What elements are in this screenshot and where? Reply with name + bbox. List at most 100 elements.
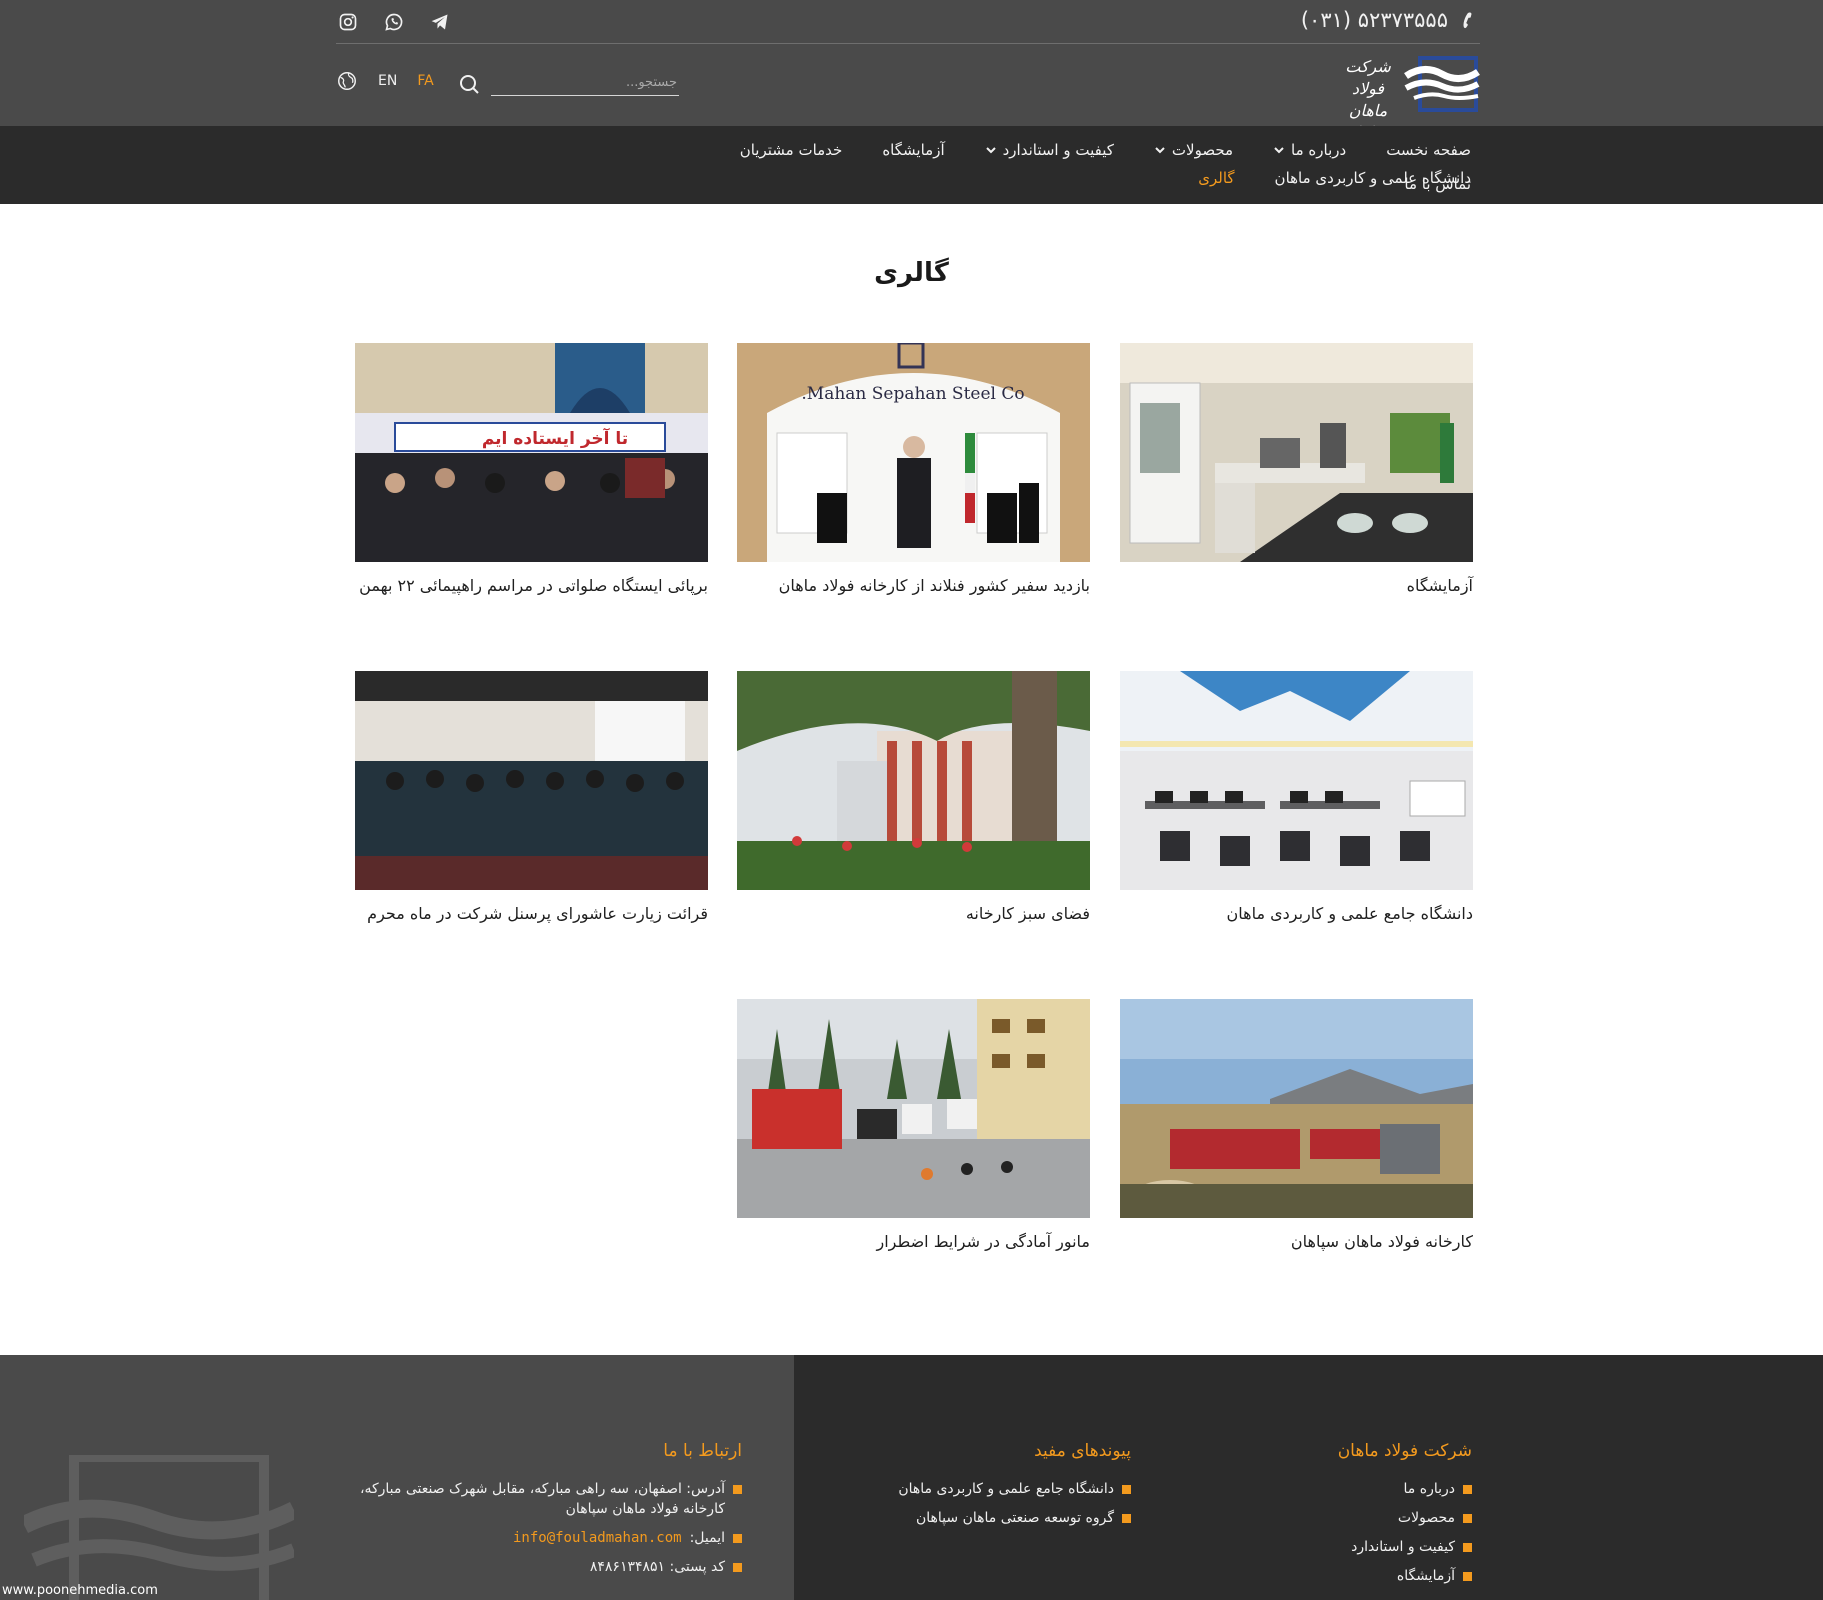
company-logo[interactable]: شرکت فولاد ماهان سپاهان bbox=[1334, 52, 1480, 142]
gallery-image-factory bbox=[1120, 999, 1473, 1218]
gallery-card-factory[interactable]: کارخانه فولاد ماهان سپاهان bbox=[1120, 999, 1473, 1251]
bullet-icon bbox=[1122, 1485, 1131, 1494]
footer-link-label: دانشگاه جامع علمی و کاربردی ماهان bbox=[898, 1481, 1114, 1497]
bullet-icon bbox=[1463, 1485, 1472, 1494]
bullet-icon bbox=[1122, 1514, 1131, 1523]
footer-email: ایمیل: info@fouladmahan.com bbox=[347, 1528, 742, 1548]
footer-link-lab[interactable]: آزمایشگاه bbox=[1272, 1566, 1472, 1586]
gallery-caption: دانشگاه جامع علمی و کاربردی ماهان bbox=[1226, 904, 1473, 923]
footer-link-industrial-group[interactable]: گروه توسعه صنعتی ماهان سپاهان bbox=[871, 1508, 1131, 1528]
chevron-down-icon bbox=[985, 147, 996, 154]
footer-col-title: شرکت فولاد ماهان bbox=[1337, 1441, 1472, 1461]
nav-item-customer-services[interactable]: خدمات مشتریان bbox=[740, 136, 843, 164]
top-header: (۰۳۱) ۵۲۳۷۳۵۵۵ شرکت فولاد ماهان سپاهان bbox=[0, 0, 1823, 142]
gallery-card-prayer[interactable]: قرائت زیارت عاشورای پرسنل شرکت در ماه مح… bbox=[355, 671, 708, 923]
whatsapp-icon[interactable] bbox=[382, 10, 406, 34]
phone-number[interactable]: (۰۳۱) ۵۲۳۷۳۵۵۵ bbox=[1301, 8, 1476, 32]
footer-email-label: ایمیل: bbox=[689, 1530, 725, 1546]
nav-item-label: کیفیت و استاندارد bbox=[1002, 141, 1114, 159]
footer-link-about[interactable]: درباره ما bbox=[1272, 1479, 1472, 1499]
chevron-down-icon bbox=[1155, 147, 1165, 154]
gallery-caption: فضای سبز کارخانه bbox=[965, 904, 1090, 923]
search-box bbox=[457, 66, 681, 96]
search-icon[interactable] bbox=[457, 72, 481, 96]
footer-link-label: گروه توسعه صنعتی ماهان سپاهان bbox=[915, 1510, 1114, 1526]
nav-item-label: آزمایشگاه bbox=[882, 141, 945, 159]
footer-col-contact: ارتباط با ما آدرس: اصفهان، سه راهی مبارک… bbox=[347, 1441, 742, 1586]
bullet-icon bbox=[733, 1563, 742, 1572]
bullet-icon bbox=[1463, 1543, 1472, 1552]
gallery-card-rally[interactable]: تا آخر ایستاده ایم برپائی ایستگاه صلواتی… bbox=[355, 343, 708, 595]
nav-item-lab[interactable]: آزمایشگاه bbox=[882, 136, 944, 164]
top-bar: (۰۳۱) ۵۲۳۷۳۵۵۵ bbox=[336, 0, 1480, 44]
main-nav: صفحه نخست درباره ما محصولات کیفیت و استا… bbox=[0, 126, 1823, 204]
booth-sign-text: Mahan Sepahan Steel Co. bbox=[801, 384, 1024, 404]
footer-link-products[interactable]: محصولات bbox=[1272, 1508, 1472, 1528]
nav-items: صفحه نخست درباره ما محصولات کیفیت و استا… bbox=[471, 136, 1471, 192]
bullet-icon bbox=[733, 1485, 742, 1494]
gallery-image-university bbox=[1120, 671, 1473, 890]
lang-fa-link[interactable]: FA bbox=[417, 73, 433, 89]
gallery-card-emergency-drill[interactable]: مانور آمادگی در شرایط اضطرار bbox=[737, 999, 1090, 1251]
instagram-icon[interactable] bbox=[336, 10, 360, 34]
bullet-icon bbox=[733, 1534, 742, 1543]
nav-item-quality[interactable]: کیفیت و استاندارد bbox=[985, 136, 1114, 164]
gallery-card-lab[interactable]: آزمایشگاه bbox=[1120, 343, 1473, 595]
footer-link-label: آزمایشگاه bbox=[1396, 1568, 1455, 1584]
nav-item-about[interactable]: درباره ما bbox=[1273, 136, 1346, 164]
nav-item-label: گالری bbox=[1198, 169, 1235, 187]
nav-item-products[interactable]: محصولات bbox=[1154, 136, 1233, 164]
footer-link-label: درباره ما bbox=[1403, 1481, 1455, 1497]
footer-link-university[interactable]: دانشگاه جامع علمی و کاربردی ماهان bbox=[871, 1479, 1131, 1499]
footer-col-company: شرکت فولاد ماهان درباره ما محصولات کیفیت… bbox=[1272, 1441, 1472, 1595]
gallery-caption: بازدید سفیر کشور فنلاند از کارخانه فولاد… bbox=[778, 576, 1090, 595]
gallery-card-ambassador-visit[interactable]: Mahan Sepahan Steel Co. بازدید سفیر کشور… bbox=[737, 343, 1090, 595]
footer-col-useful-links: پیوندهای مفید دانشگاه جامع علمی و کاربرد… bbox=[871, 1441, 1131, 1537]
footer-link-label: محصولات bbox=[1397, 1510, 1455, 1526]
gallery-image-prayer bbox=[355, 671, 708, 890]
footer-col-title: پیوندهای مفید bbox=[1034, 1441, 1131, 1461]
logo-watermark-icon bbox=[24, 1455, 294, 1600]
credit-link[interactable]: www.poonehmedia.com bbox=[2, 1583, 158, 1598]
nav-item-label: صفحه نخست bbox=[1386, 141, 1471, 159]
search-input[interactable] bbox=[491, 70, 679, 96]
phone-text: (۰۳۱) ۵۲۳۷۳۵۵۵ bbox=[1300, 8, 1448, 32]
nav-item-contact[interactable]: تماس با ما bbox=[1404, 170, 1471, 198]
footer-link-quality[interactable]: کیفیت و استاندارد bbox=[1272, 1537, 1472, 1557]
gallery-card-green-space[interactable]: فضای سبز کارخانه bbox=[737, 671, 1090, 923]
logo-mark-icon bbox=[1404, 56, 1480, 112]
gallery-image-green-space bbox=[737, 671, 1090, 890]
bullet-icon bbox=[1463, 1514, 1472, 1523]
language-switcher: EN FA bbox=[336, 70, 434, 92]
nav-item-gallery[interactable]: گالری bbox=[1198, 164, 1234, 192]
nav-item-home[interactable]: صفحه نخست bbox=[1386, 136, 1471, 164]
footer-link-label: کیفیت و استاندارد bbox=[1351, 1539, 1455, 1555]
telegram-icon[interactable] bbox=[428, 10, 452, 34]
social-links bbox=[336, 10, 452, 34]
footer-address-text: آدرس: اصفهان، سه راهی مبارکه، مقابل شهرک… bbox=[359, 1481, 725, 1517]
footer: www.poonehmedia.com شرکت فولاد ماهان درب… bbox=[0, 1355, 1823, 1600]
gallery-image-ambassador-visit: Mahan Sepahan Steel Co. bbox=[737, 343, 1090, 562]
gallery-card-university[interactable]: دانشگاه جامع علمی و کاربردی ماهان bbox=[1120, 671, 1473, 923]
gallery-caption: برپائی ایستگاه صلواتی در مراسم راهپیمائی… bbox=[359, 576, 708, 595]
nav-item-label: خدمات مشتریان bbox=[739, 141, 843, 159]
gallery-caption: قرائت زیارت عاشورای پرسنل شرکت در ماه مح… bbox=[367, 904, 708, 923]
bullet-icon bbox=[1463, 1572, 1472, 1581]
footer-postal-text: کد پستی: ۸۴۸۶۱۳۴۸۵۱ bbox=[589, 1559, 725, 1575]
chevron-down-icon bbox=[1274, 147, 1284, 154]
gallery-caption: کارخانه فولاد ماهان سپاهان bbox=[1290, 1232, 1473, 1251]
nav-item-label: محصولات bbox=[1171, 141, 1234, 159]
gallery-caption: آزمایشگاه bbox=[1406, 576, 1473, 595]
page-title: گالری bbox=[874, 258, 949, 288]
footer-postal: کد پستی: ۸۴۸۶۱۳۴۸۵۱ bbox=[347, 1557, 742, 1577]
lang-en-link[interactable]: EN bbox=[378, 73, 397, 89]
footer-email-link[interactable]: info@fouladmahan.com bbox=[513, 1528, 682, 1548]
globe-icon[interactable] bbox=[336, 70, 358, 92]
logo-text-line1: شرکت فولاد bbox=[1345, 57, 1391, 98]
gallery-image-rally: تا آخر ایستاده ایم bbox=[355, 343, 708, 562]
phone-icon bbox=[1463, 12, 1472, 29]
footer-address: آدرس: اصفهان، سه راهی مبارکه، مقابل شهرک… bbox=[347, 1479, 742, 1519]
gallery-image-lab bbox=[1120, 343, 1473, 562]
nav-item-label: تماس با ما bbox=[1404, 175, 1471, 193]
nav-item-label: درباره ما bbox=[1291, 141, 1347, 159]
